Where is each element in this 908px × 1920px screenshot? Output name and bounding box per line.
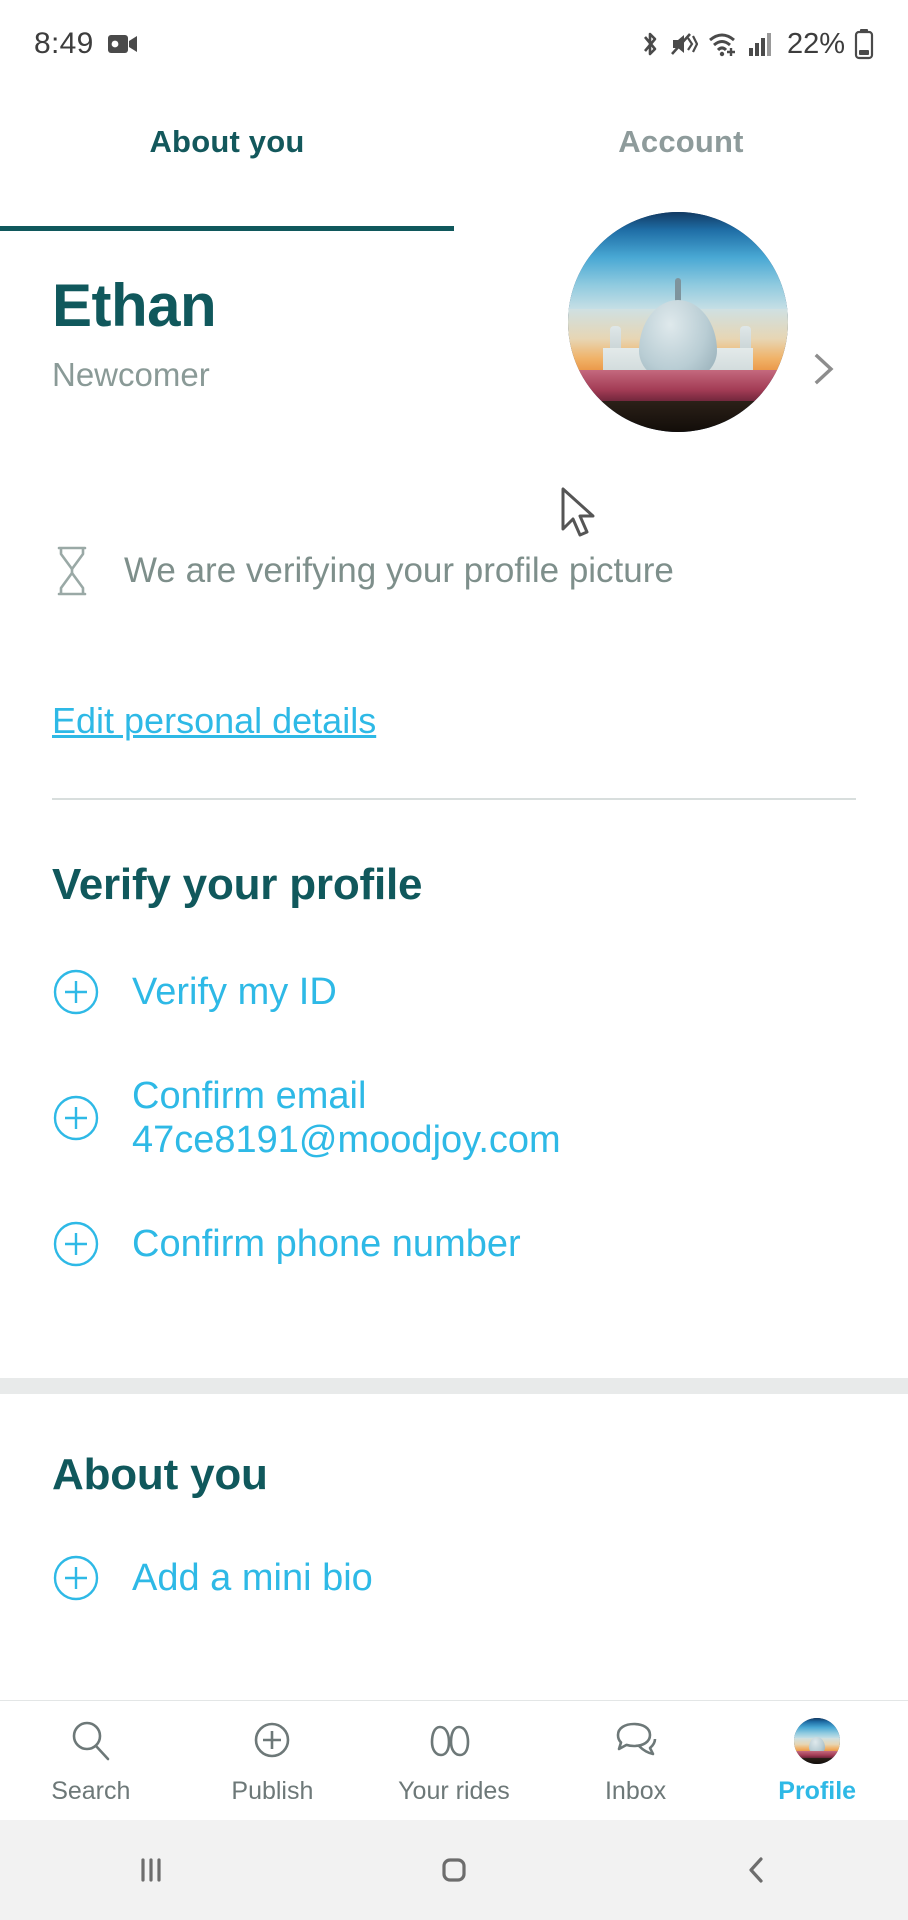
tab-about-you-label: About you bbox=[149, 124, 305, 159]
nav-label: Inbox bbox=[604, 1777, 667, 1805]
plus-circle-icon bbox=[53, 1095, 99, 1141]
plus-circle-icon bbox=[53, 969, 99, 1015]
plus-circle-icon bbox=[53, 1555, 99, 1601]
battery-percent: 22% bbox=[786, 27, 845, 60]
profile-tabs: About you Account bbox=[0, 88, 908, 231]
search-icon bbox=[67, 1715, 115, 1767]
list-item-verify-id[interactable]: Verify my ID bbox=[0, 968, 908, 1016]
section-divider bbox=[52, 798, 856, 800]
verify-profile-section: Verify your profile Verify my ID Confirm… bbox=[0, 860, 908, 1326]
nav-label: Search bbox=[51, 1777, 131, 1805]
bluetooth-icon bbox=[643, 32, 657, 56]
nav-label: Your rides bbox=[398, 1777, 510, 1805]
bottom-navigation: Search Publish Your rides Inbox Profile bbox=[0, 1700, 908, 1820]
list-item-label: Confirm phone number bbox=[132, 1223, 521, 1266]
avatar-flowers bbox=[568, 370, 788, 404]
list-item-add-mini-bio[interactable]: Add a mini bio bbox=[0, 1554, 908, 1602]
wifi-calling-icon bbox=[708, 33, 735, 57]
verify-action-list: Verify my ID Confirm email 47ce8191@mood… bbox=[0, 968, 908, 1268]
cellular-signal-icon bbox=[748, 33, 771, 56]
hourglass-icon bbox=[57, 546, 87, 596]
video-recording-icon bbox=[107, 35, 137, 53]
battery-icon bbox=[854, 29, 874, 60]
list-item-label: Verify my ID bbox=[132, 970, 337, 1013]
edit-personal-details-link[interactable]: Edit personal details bbox=[52, 700, 376, 742]
plus-circle-icon bbox=[53, 1221, 99, 1267]
nav-item-profile[interactable]: Profile bbox=[726, 1715, 908, 1806]
mouse-cursor bbox=[561, 487, 595, 537]
nav-item-search[interactable]: Search bbox=[0, 1715, 182, 1806]
android-navigation-bar bbox=[0, 1820, 908, 1920]
plus-circle-icon bbox=[248, 1715, 296, 1767]
section-separator-band bbox=[0, 1378, 908, 1394]
tab-account-label: Account bbox=[618, 124, 744, 159]
chevron-right-icon[interactable] bbox=[806, 352, 840, 386]
mute-vibrate-icon bbox=[670, 33, 698, 55]
avatar-foreground bbox=[568, 401, 788, 432]
nav-avatar-foreground bbox=[794, 1757, 841, 1764]
avatar-icon bbox=[794, 1715, 841, 1767]
phone-screen: 8:49 22% About you Account Ethan Newcome… bbox=[0, 0, 908, 1920]
membership-level: Newcomer bbox=[52, 356, 210, 393]
avatar bbox=[568, 212, 788, 432]
nav-label: Profile bbox=[778, 1777, 857, 1805]
back-button[interactable] bbox=[605, 1847, 908, 1893]
tab-account[interactable]: Account bbox=[454, 88, 908, 231]
chat-bubbles-icon bbox=[610, 1715, 662, 1767]
nav-avatar bbox=[794, 1718, 841, 1764]
identity-block: Ethan Newcomer bbox=[0, 212, 908, 481]
tab-about-you[interactable]: About you bbox=[0, 88, 454, 231]
photo-verification-text: We are verifying your profile picture bbox=[124, 551, 674, 590]
list-item-label: Add a mini bio bbox=[132, 1556, 373, 1599]
status-bar-right: 22% bbox=[639, 28, 874, 61]
profile-photo-button[interactable] bbox=[568, 212, 788, 432]
list-item-confirm-email[interactable]: Confirm email 47ce8191@moodjoy.com bbox=[0, 1074, 908, 1162]
nav-label: Publish bbox=[231, 1777, 314, 1805]
nav-item-publish[interactable]: Publish bbox=[182, 1715, 364, 1806]
photo-verification-notice: We are verifying your profile picture bbox=[52, 545, 674, 597]
about-you-section: About you Add a mini bio bbox=[0, 1450, 908, 1660]
page-title: Ethan bbox=[52, 272, 217, 339]
verify-profile-heading: Verify your profile bbox=[52, 860, 423, 909]
nav-item-inbox[interactable]: Inbox bbox=[545, 1715, 727, 1806]
rides-icon bbox=[426, 1715, 482, 1767]
home-button[interactable] bbox=[303, 1847, 606, 1893]
list-item-label: Confirm email 47ce8191@moodjoy.com bbox=[132, 1075, 561, 1162]
nav-item-your-rides[interactable]: Your rides bbox=[363, 1715, 545, 1806]
about-you-heading: About you bbox=[52, 1450, 268, 1499]
recents-button[interactable] bbox=[0, 1847, 303, 1893]
status-bar-left: 8:49 bbox=[34, 27, 138, 61]
nav-avatar-sky bbox=[794, 1718, 841, 1740]
about-action-list: Add a mini bio bbox=[0, 1554, 908, 1602]
status-bar: 8:49 22% bbox=[0, 0, 908, 88]
status-time: 8:49 bbox=[34, 27, 94, 60]
list-item-confirm-phone[interactable]: Confirm phone number bbox=[0, 1220, 908, 1268]
